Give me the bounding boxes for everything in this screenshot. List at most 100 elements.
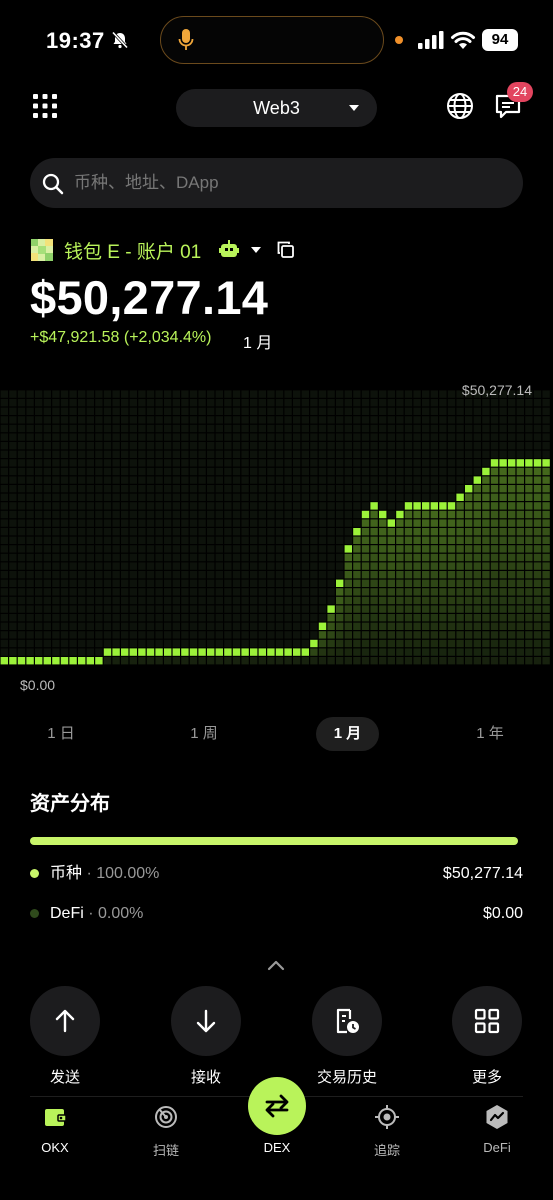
- chart-bar: [215, 648, 223, 665]
- nav-dex-label: DEX: [263, 1140, 291, 1155]
- send-button[interactable]: 发送: [30, 986, 100, 1087]
- asset-label: 币种 · 100.00%: [50, 865, 160, 882]
- asset-name: 币种: [50, 865, 83, 882]
- chart-bar: [35, 657, 43, 665]
- chart-bar: [447, 502, 456, 665]
- wallet-dropdown-icon[interactable]: [251, 247, 261, 253]
- grid-icon: [474, 1008, 500, 1034]
- chart-bar: [336, 579, 344, 665]
- send-circle: [30, 986, 100, 1056]
- chart-bar: [258, 648, 266, 665]
- search-input[interactable]: [74, 158, 504, 208]
- pnl-change: +$47,921.58 (+2,034.4%): [30, 329, 212, 346]
- asset-value: $0.00: [482, 905, 523, 922]
- chart-bar: [413, 502, 421, 665]
- search-icon: [42, 173, 64, 195]
- chart-bar: [465, 485, 473, 665]
- notification-badge: 24: [507, 82, 533, 102]
- wifi-icon: [451, 31, 475, 49]
- defi-icon: [486, 1105, 508, 1129]
- chart-bar: [387, 519, 395, 665]
- asset-row-defi[interactable]: DeFi · 0.00% $0.00: [30, 902, 523, 926]
- chart-bar: [361, 510, 370, 665]
- history-icon: [336, 1008, 359, 1034]
- robot-icon: [219, 240, 239, 257]
- chart-bar: [138, 648, 146, 665]
- chart-bar: [95, 657, 103, 665]
- swap-icon: [265, 1094, 289, 1118]
- chart-bar: [78, 657, 86, 665]
- chart-bar: [198, 648, 206, 665]
- network-selector[interactable]: Web3: [176, 89, 377, 127]
- asset-percent: 0.00%: [98, 905, 144, 922]
- chart-bar: [439, 502, 447, 665]
- more-button[interactable]: 更多: [452, 986, 522, 1087]
- asset-color-dot: [30, 869, 39, 878]
- history-label: 交易历史: [316, 1069, 377, 1086]
- asset-distribution-title: 资产分布: [30, 793, 110, 815]
- cellular-signal-icon: [418, 31, 444, 49]
- chart-bar: [499, 459, 507, 665]
- chart-bar: [516, 459, 524, 665]
- chart-bar: [181, 648, 189, 665]
- chart-bar: [172, 648, 180, 665]
- history-button[interactable]: 交易历史: [312, 986, 382, 1087]
- arrow-down-icon: [196, 1009, 216, 1033]
- globe-icon[interactable]: [446, 92, 474, 120]
- chart-bar: [370, 502, 378, 665]
- apps-grid-icon[interactable]: [32, 93, 58, 119]
- chart-bar: [379, 510, 387, 665]
- chart-bar: [422, 502, 430, 665]
- chart-bar: [146, 648, 155, 665]
- chart-bar: [473, 476, 481, 665]
- tab-1d[interactable]: 1 日: [30, 717, 92, 751]
- balance-chart[interactable]: [0, 370, 553, 710]
- nav-track[interactable]: 追踪: [347, 1104, 427, 1159]
- chart-bar: [275, 648, 284, 665]
- receive-circle: [171, 986, 241, 1056]
- network-label: Web3: [253, 97, 300, 118]
- chart-min-label: $0.00: [20, 677, 56, 693]
- chart-bar: [155, 648, 163, 665]
- receive-label: 接收: [190, 1069, 221, 1086]
- asset-row-tokens[interactable]: 币种 · 100.00% $50,277.14: [30, 862, 523, 886]
- chart-bar: [301, 648, 309, 665]
- copy-icon[interactable]: [277, 241, 294, 258]
- battery-indicator: 94: [482, 29, 518, 51]
- chart-bar: [542, 459, 550, 665]
- search-bar[interactable]: [30, 158, 523, 208]
- chart-bar: [525, 459, 533, 665]
- chart-bar: [60, 657, 69, 665]
- nav-defi[interactable]: DeFi: [457, 1104, 537, 1155]
- chart-bar: [86, 657, 94, 665]
- chart-bar: [310, 639, 318, 665]
- receive-button[interactable]: 接收: [171, 986, 241, 1087]
- status-time: 19:37: [46, 28, 105, 53]
- nav-okx[interactable]: OKX: [15, 1104, 95, 1155]
- chart-bar: [404, 502, 413, 665]
- chart-bar: [207, 648, 215, 665]
- chart-bar: [430, 502, 438, 665]
- chart-bar: [327, 605, 335, 665]
- dex-button[interactable]: [248, 1077, 306, 1135]
- tab-1m[interactable]: 1 月: [316, 717, 379, 751]
- chart-bar: [293, 648, 301, 665]
- tab-1y[interactable]: 1 年: [459, 717, 521, 751]
- chevron-up-icon[interactable]: [266, 958, 286, 972]
- chart-bar: [121, 648, 129, 665]
- wallet-avatar[interactable]: [31, 239, 53, 261]
- chart-bar: [396, 510, 404, 665]
- chart-bar: [353, 528, 361, 665]
- nav-defi-label: DeFi: [483, 1140, 511, 1155]
- chart-bar: [490, 459, 499, 665]
- more-circle: [452, 986, 522, 1056]
- crosshair-icon: [375, 1105, 399, 1129]
- privacy-indicator: [395, 36, 403, 44]
- chart-bar: [241, 648, 249, 665]
- chart-bar: [533, 459, 542, 665]
- nav-scan[interactable]: 扫链: [126, 1104, 206, 1159]
- wallet-account-name[interactable]: 钱包 E - 账户 01: [64, 237, 201, 264]
- tab-1w[interactable]: 1 周: [172, 717, 236, 751]
- chart-bar: [52, 657, 60, 665]
- asset-percent: 100.00%: [96, 865, 160, 882]
